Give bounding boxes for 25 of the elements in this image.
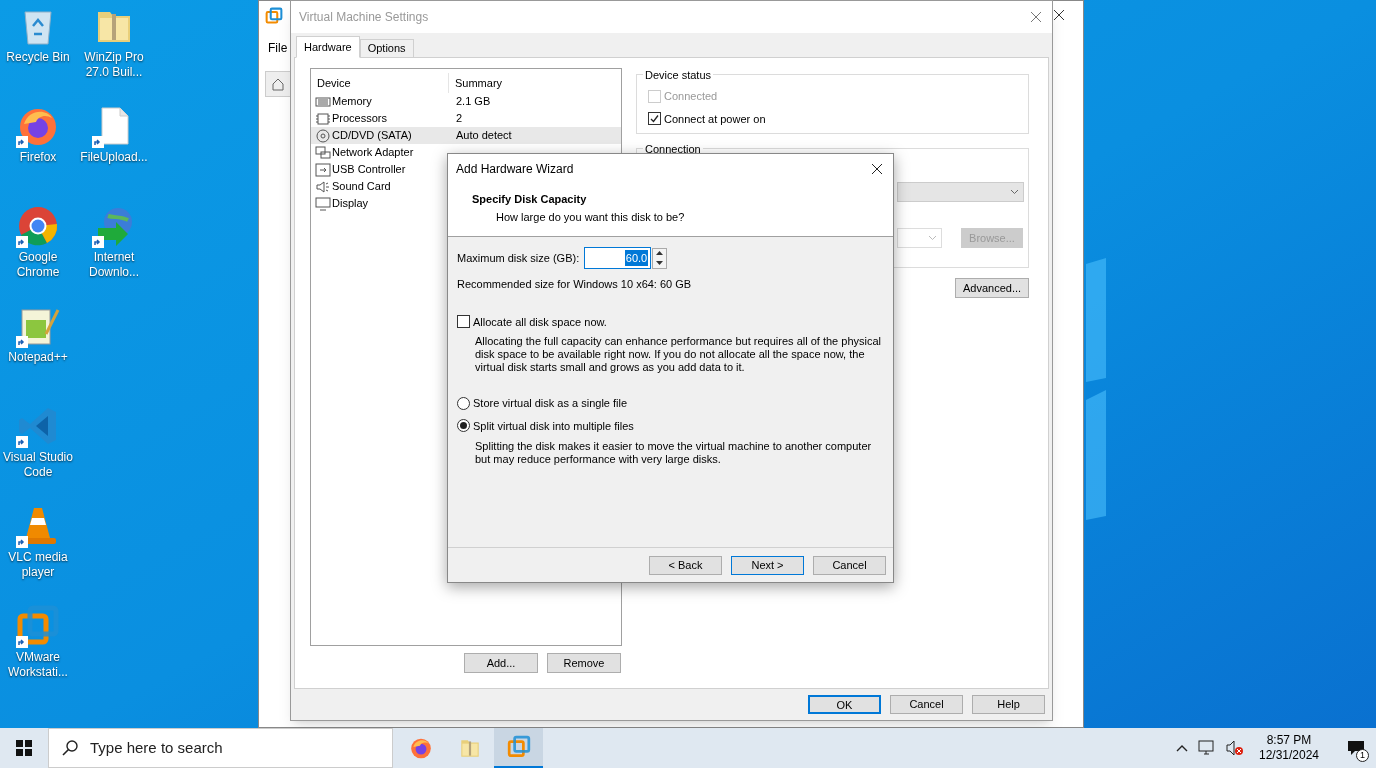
checkbox-label: Connected — [664, 89, 718, 104]
device-summary: Auto detect — [455, 128, 512, 144]
device-name: Network Adapter — [332, 145, 414, 161]
device-summary: 2 — [455, 111, 463, 127]
help-text: Allocating the full capacity can enhance performance but requires all of the physical disk space to be available right now. If you do not allocate all the space now, the virtual disk starts small and grows as you add data to it. — [474, 335, 882, 374]
checkbox-label: Connect at power on — [664, 111, 766, 127]
radio-label: Store virtual disk as a single file — [473, 396, 628, 411]
dialog-title: Add Hardware Wizard — [456, 161, 574, 178]
window-title: Virtual Machine Settings — [299, 9, 429, 26]
device-name: Processors — [332, 111, 388, 127]
device-name: Memory — [332, 94, 372, 110]
device-name: Display — [332, 196, 369, 212]
checkbox-label: Allocate all disk space now. — [473, 314, 607, 330]
help-text: Splitting the disk makes it easier to move the virtual machine to another computer but may reduce performance with very large disks. — [474, 440, 873, 466]
disk-size-value: 60.0 — [624, 249, 649, 267]
recommended-size-text: Recommended size for Windows 10 x64: 60 GB — [457, 277, 693, 292]
notification-count: 1 — [1356, 749, 1369, 762]
device-name: CD/DVD (SATA) — [332, 128, 412, 144]
device-name: Sound Card — [332, 179, 391, 195]
device-summary: 2.1 GB — [455, 94, 491, 110]
device-name: USB Controller — [332, 162, 406, 178]
radio-label: Split virtual disk into multiple files — [473, 418, 634, 434]
wizard-heading: Specify Disk Capacity — [471, 192, 588, 207]
field-label: Maximum disk size (GB): — [457, 250, 580, 266]
wizard-subheading: How large do you want this disk to be? — [495, 209, 686, 225]
